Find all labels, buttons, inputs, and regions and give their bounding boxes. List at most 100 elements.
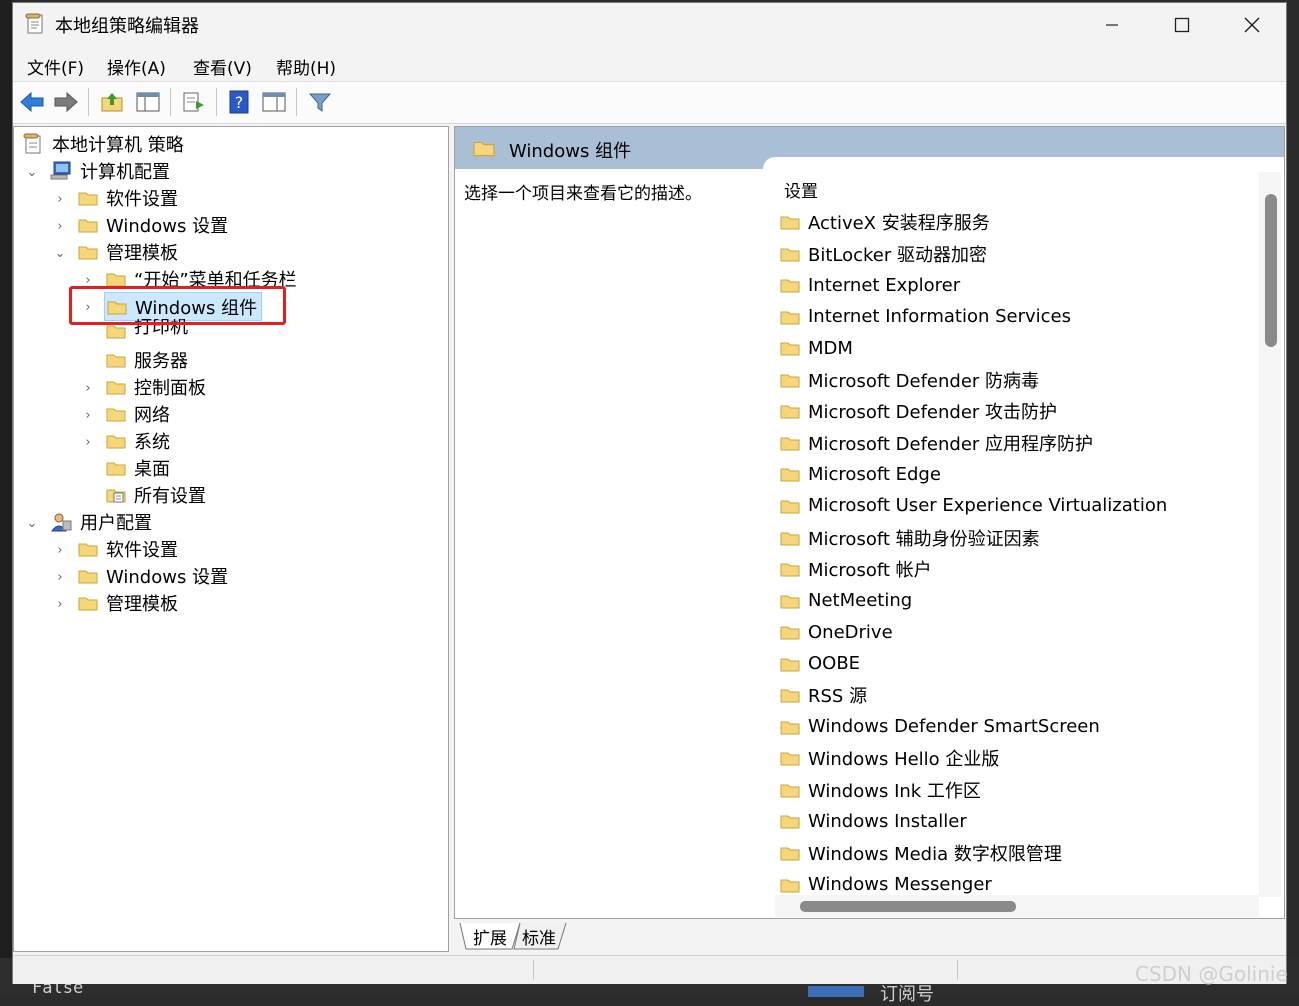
setting-label: Microsoft Edge (808, 463, 941, 485)
setting-list-item[interactable]: Windows Media 数字权限管理 (780, 839, 1062, 867)
tree-item-root[interactable]: 本地计算机 策略 (22, 130, 184, 157)
tree-item-control-panel[interactable]: 控制面板 (106, 373, 206, 400)
setting-list-item[interactable]: RSS 源 (780, 681, 867, 709)
tree-item-uc-windows[interactable]: Windows 设置 (78, 562, 228, 589)
background-taskbar-item (808, 986, 864, 997)
chevron-right-icon[interactable]: › (54, 570, 66, 585)
vertical-scrollbar[interactable] (1259, 172, 1281, 897)
chevron-down-icon[interactable]: ⌄ (54, 246, 66, 261)
menu-file[interactable]: 文件(F) (27, 54, 84, 79)
tree-item-server[interactable]: 服务器 (106, 346, 188, 373)
tree-item-uc-admin[interactable]: 管理模板 (78, 589, 178, 616)
setting-list-item[interactable]: Windows Ink 工作区 (780, 776, 981, 804)
maximize-icon (1174, 17, 1190, 33)
setting-list-item[interactable]: NetMeeting (780, 587, 912, 615)
show-action-pane-button[interactable] (260, 87, 288, 117)
setting-list-item[interactable]: Microsoft User Experience Virtualization (780, 492, 1167, 520)
chevron-down-icon[interactable]: ⌄ (26, 516, 38, 531)
chevron-right-icon[interactable]: › (54, 219, 66, 234)
filter-button[interactable] (306, 87, 334, 117)
tab-extended[interactable]: 扩展 (466, 923, 514, 949)
folder-icon (780, 847, 800, 861)
tree-item-system[interactable]: 系统 (106, 427, 170, 454)
menu-view[interactable]: 查看(V) (193, 54, 252, 79)
menu-help[interactable]: 帮助(H) (276, 54, 336, 79)
show-hide-tree-button[interactable] (134, 87, 162, 117)
chevron-right-icon[interactable]: › (82, 408, 94, 423)
setting-label: Microsoft 辅助身份验证因素 (808, 528, 1040, 550)
user-icon (51, 513, 72, 531)
setting-list-item[interactable]: MDM (780, 334, 853, 362)
folder-icon (780, 689, 800, 703)
show-action-pane-icon (262, 92, 286, 112)
setting-list-item[interactable]: OOBE (780, 650, 860, 678)
status-bar (13, 955, 1286, 984)
details-header-tab-edge (763, 157, 1284, 177)
help-button[interactable]: ? (226, 87, 254, 117)
tree-label: Windows 设置 (106, 566, 229, 588)
vertical-scrollbar-thumb[interactable] (1265, 194, 1277, 347)
setting-list-item[interactable]: ActiveX 安装程序服务 (780, 208, 990, 236)
folder-icon (780, 532, 800, 545)
tree-item-desktop[interactable]: 桌面 (106, 454, 170, 481)
folder-icon (780, 342, 800, 356)
horizontal-scrollbar-thumb[interactable] (800, 901, 1016, 912)
setting-list-item[interactable]: Windows Installer (780, 807, 967, 835)
tree-label: 计算机配置 (80, 161, 170, 183)
maximize-button[interactable] (1147, 3, 1217, 47)
minimize-button[interactable] (1077, 3, 1147, 47)
tree-item-computer-config[interactable]: 计算机配置 (50, 157, 170, 184)
chevron-right-icon[interactable]: › (82, 273, 94, 288)
setting-list-item[interactable]: Microsoft Edge (780, 460, 941, 488)
setting-label: MDM (808, 337, 853, 359)
export-list-button[interactable] (180, 87, 208, 117)
forward-button[interactable] (52, 87, 80, 117)
chevron-down-icon[interactable]: ⌄ (26, 165, 38, 180)
setting-list-item[interactable]: Windows Defender SmartScreen (780, 713, 1100, 741)
folder-icon (106, 325, 126, 339)
chevron-right-icon[interactable]: › (82, 435, 94, 450)
toolbar: ? (13, 82, 1286, 124)
title-bar: 本地组策略编辑器 (13, 3, 1286, 47)
up-folder-icon (101, 93, 123, 112)
all-settings-icon (106, 489, 126, 502)
computer-icon (50, 161, 71, 179)
horizontal-scrollbar[interactable] (775, 895, 1259, 917)
setting-list-item[interactable]: BitLocker 驱动器加密 (780, 240, 987, 268)
setting-list-item[interactable]: Microsoft 帐户 (780, 555, 932, 583)
folder-icon (780, 437, 800, 451)
up-one-level-button[interactable] (98, 87, 126, 117)
column-header-settings[interactable]: 设置 (784, 177, 818, 202)
tree-item-cc-software[interactable]: 软件设置 (78, 184, 178, 211)
chevron-right-icon[interactable]: › (82, 381, 94, 396)
folder-icon (780, 752, 800, 766)
policy-app-icon (25, 13, 43, 34)
tree-item-all-settings[interactable]: 所有设置 (106, 481, 206, 508)
tab-standard[interactable]: 标准 (516, 923, 562, 949)
tree-label: 管理模板 (106, 593, 178, 615)
setting-list-item[interactable]: Internet Explorer (780, 271, 960, 299)
tree-item-uc-software[interactable]: 软件设置 (78, 535, 178, 562)
chevron-right-icon[interactable]: › (54, 597, 66, 612)
tree-item-network[interactable]: 网络 (106, 400, 170, 427)
tree-label: Windows 设置 (106, 215, 229, 237)
chevron-right-icon[interactable]: › (54, 192, 66, 207)
minimize-icon (1106, 24, 1118, 26)
tree-item-cc-windows[interactable]: Windows 设置 (78, 211, 228, 238)
setting-list-item[interactable]: Windows Hello 企业版 (780, 744, 999, 772)
setting-list-item[interactable]: Microsoft Defender 攻击防护 (780, 397, 1057, 425)
setting-list-item[interactable]: Microsoft 辅助身份验证因素 (780, 524, 1040, 552)
folder-icon (78, 570, 98, 583)
setting-list-item[interactable]: Microsoft Defender 应用程序防护 (780, 429, 1093, 457)
setting-list-item[interactable]: Microsoft Defender 防病毒 (780, 366, 1039, 394)
folder-icon (780, 563, 800, 577)
setting-label: Windows Installer (808, 810, 967, 832)
setting-list-item[interactable]: Internet Information Services (780, 303, 1071, 331)
chevron-right-icon[interactable]: › (54, 543, 66, 558)
tree-item-user-config[interactable]: 用户配置 (50, 508, 152, 535)
setting-list-item[interactable]: OneDrive (780, 618, 893, 646)
back-button[interactable] (18, 87, 46, 117)
close-button[interactable] (1217, 3, 1287, 47)
tree-item-cc-admin[interactable]: 管理模板 (78, 238, 178, 265)
menu-action[interactable]: 操作(A) (107, 54, 166, 79)
